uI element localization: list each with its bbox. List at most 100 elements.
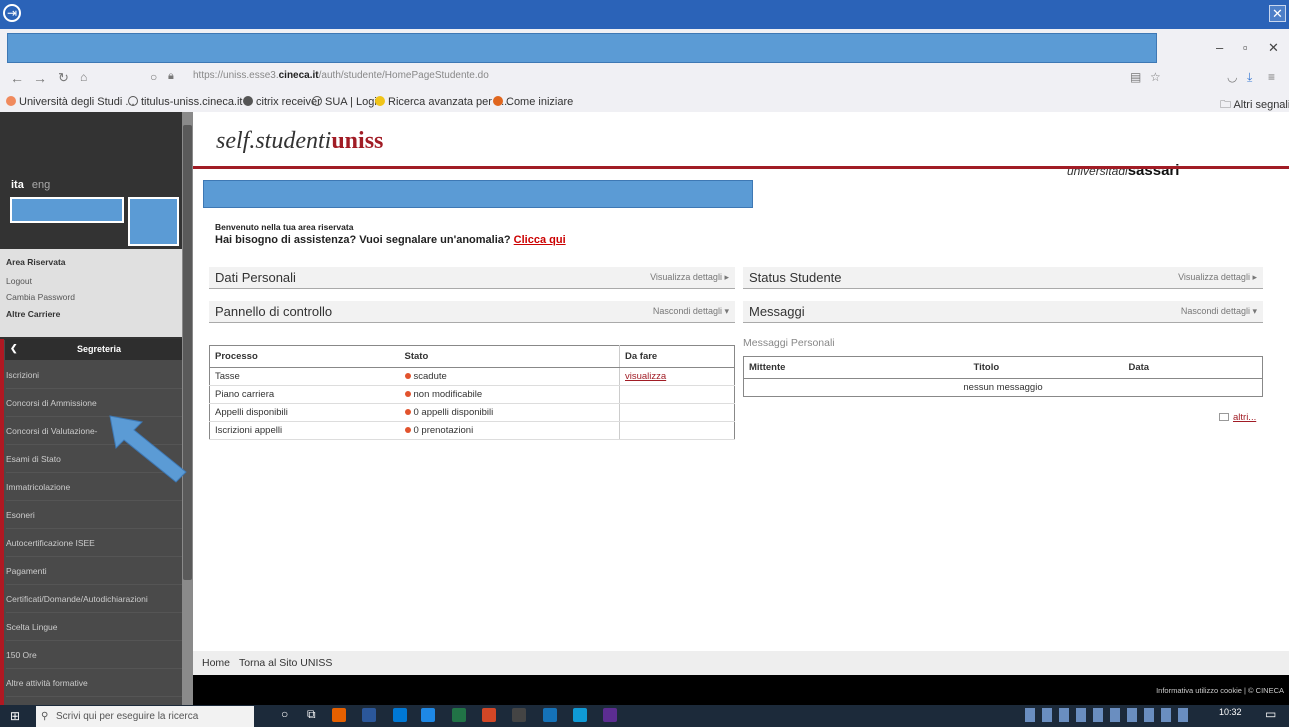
bookmark-star-icon[interactable]: ☆ (1150, 70, 1161, 84)
clock[interactable]: 10:32 (1219, 707, 1242, 717)
cell-stato: 0 prenotazioni (399, 421, 620, 440)
column-header: Titolo (968, 356, 1124, 379)
brand-highlight: uniss (331, 128, 384, 154)
close-icon[interactable]: ✕ (1269, 5, 1286, 22)
show-details-link[interactable]: Visualizza dettagli ▸ (650, 272, 729, 283)
panel-title: Messaggi (749, 304, 805, 319)
window-close-icon[interactable]: ✕ (1268, 40, 1279, 56)
bookmark-item[interactable]: SUA | Login (312, 96, 383, 108)
visualizza-link[interactable]: visualizza (625, 371, 666, 382)
sidebar-item[interactable]: Iscrizioni (6, 361, 182, 389)
bookmark-item[interactable]: Come iniziare (493, 96, 573, 108)
mail-icon[interactable] (393, 708, 407, 722)
help-link[interactable]: Clicca qui (514, 234, 566, 246)
edge-icon[interactable] (543, 708, 557, 722)
university-logo: universitàdisassari (1067, 162, 1179, 179)
more-messages-link[interactable]: altri... (1233, 412, 1256, 423)
hide-details-label: Nascondi dettagli (652, 306, 722, 316)
other-careers-link[interactable]: Altre Carriere (6, 309, 60, 319)
edge-chromium-icon[interactable] (573, 708, 587, 722)
stato-text: 0 prenotazioni (413, 425, 474, 436)
area-riservata-label: Area Riservata (6, 257, 66, 267)
bookmark-item[interactable]: titulus-uniss.cineca.it (128, 96, 243, 108)
reload-icon[interactable]: ↻ (58, 70, 69, 86)
stato-text: scadute (413, 371, 447, 382)
sidebar-item[interactable]: 150 Ore (6, 641, 182, 669)
shield-icon[interactable]: ○ (150, 70, 157, 84)
caret-down-icon: ▾ (724, 306, 729, 316)
menu-icon[interactable]: ≡ (1268, 70, 1275, 84)
lang-eng[interactable]: eng (32, 179, 50, 191)
sidebar-scroll-thumb[interactable] (183, 125, 192, 580)
section-title: Segreteria (77, 344, 122, 354)
lock-icon[interactable]: 🔒︎ (168, 70, 174, 83)
cell-processo: Tasse (209, 367, 400, 386)
download-icon[interactable]: ⤓ (1247, 70, 1252, 85)
store-icon[interactable] (512, 708, 526, 722)
sidebar-item[interactable]: Concorsi di Ammissione (6, 389, 182, 417)
other-bookmarks[interactable]: 🗀︎ Altri segnalibri (1220, 96, 1289, 115)
maximize-icon[interactable]: ▫ (1243, 40, 1248, 55)
pocket-icon[interactable]: ◡ (1227, 70, 1237, 84)
welcome-text: Benvenuto nella tua area riservata (215, 222, 354, 232)
forward-icon[interactable]: → (33, 70, 47, 86)
cell-stato: 0 appelli disponibili (399, 403, 620, 422)
app2-icon[interactable] (603, 708, 617, 722)
sidebar-item[interactable]: Pagamenti (6, 557, 182, 585)
word-icon[interactable] (362, 708, 376, 722)
panel-pannello-controllo: Pannello di controllo Nascondi dettagli … (209, 301, 735, 323)
sidebar-item[interactable]: Certificati/Domande/Autodichiarazioni (6, 585, 182, 613)
windows-start-icon[interactable]: ⊞ (10, 709, 20, 723)
lang-ita[interactable]: ita (11, 179, 24, 191)
sidebar-item[interactable]: Altre attività formative (6, 669, 182, 697)
reader-view-icon[interactable]: ▤ (1130, 70, 1141, 84)
bookmark-item[interactable]: citrix receiver (243, 96, 321, 108)
footer-uniss-link[interactable]: Torna al Sito UNISS (239, 657, 332, 669)
url-bar[interactable]: https://uniss.esse3.cineca.it/auth/stude… (193, 70, 533, 88)
empty-message: nessun messaggio (963, 382, 1043, 393)
notifications-icon[interactable]: ▭ (1265, 707, 1276, 721)
redacted-user-photo (128, 197, 179, 246)
cortana-icon[interactable]: ○ (281, 707, 288, 721)
firefox-taskbar-icon[interactable] (332, 708, 346, 722)
citrix-icon (243, 96, 253, 106)
panel-title: Pannello di controllo (215, 304, 333, 319)
panel-title: Status Studente (749, 270, 842, 285)
personal-messages-title: Messaggi Personali (743, 337, 835, 349)
bookmark-item[interactable]: Università degli Studi ... (6, 96, 135, 108)
footer-home-link[interactable]: Home (202, 657, 230, 669)
back-icon[interactable]: ← (10, 70, 24, 86)
sidebar-item[interactable]: Scelta Lingue (6, 613, 182, 641)
powerpoint-icon[interactable] (482, 708, 496, 722)
url-path: /auth/studente/HomePageStudente.do (318, 70, 489, 81)
excel-icon[interactable] (452, 708, 466, 722)
home-icon[interactable]: ⌂ (80, 70, 87, 84)
cookie-info-link[interactable]: Informativa utilizzo cookie | © CINECA (1156, 686, 1284, 695)
control-panel-table: Processo Stato Da fare Tasse scadute vis… (209, 345, 735, 440)
sidebar-item[interactable]: Esoneri (6, 501, 182, 529)
panel-dati-personali: Dati Personali Visualizza dettagli ▸ (209, 267, 735, 289)
show-details-link[interactable]: Visualizza dettagli ▸ (1178, 272, 1257, 283)
hide-details-link[interactable]: Nascondi dettagli ▾ (1181, 306, 1257, 317)
site-brand[interactable]: self.studentiuniss (216, 128, 383, 155)
bookmark-item[interactable]: Ricerca avanzata per d... (375, 96, 510, 108)
remote-session-icon[interactable]: ⇥ (3, 4, 21, 22)
section-header[interactable]: ❮ Segreteria (5, 339, 182, 360)
redacted-student-info (203, 180, 753, 208)
taskbar-search[interactable]: ⚲ Scrivi qui per eseguire la ricerca (36, 706, 254, 727)
system-tray-icons[interactable] (1025, 708, 1195, 722)
minimize-icon[interactable]: – (1216, 40, 1223, 55)
app-icon[interactable] (421, 708, 435, 722)
table-row: Appelli disponibili 0 appelli disponibil… (209, 403, 735, 422)
task-view-icon[interactable]: ⧉ (307, 707, 316, 722)
remote-session-bar (0, 0, 1289, 29)
hide-details-link[interactable]: Nascondi dettagli ▾ (653, 306, 729, 317)
logout-link[interactable]: Logout (6, 276, 32, 286)
sidebar-item[interactable]: Autocertificazione ISEE (6, 529, 182, 557)
change-password-link[interactable]: Cambia Password (6, 292, 75, 302)
cell-stato: non modificabile (399, 385, 620, 404)
cell-da-fare (619, 403, 735, 422)
cell-da-fare (619, 421, 735, 440)
cell-da-fare: visualizza (619, 367, 735, 386)
chevron-left-icon[interactable]: ❮ (10, 343, 18, 354)
